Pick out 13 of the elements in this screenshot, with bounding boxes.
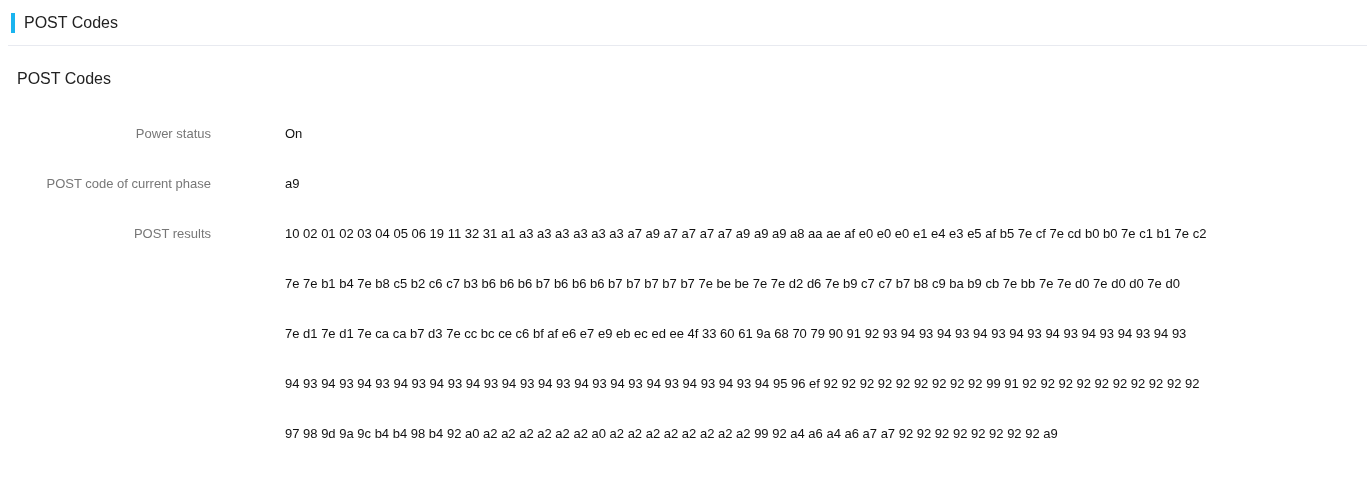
post-results-line: 10 02 01 02 03 04 05 06 19 11 32 31 a1 a3 a3 a3 a3 a3 a3 a7 a9 a7 a7 a7 a7 a9 a9 a9 a8 aa ae af e0 e0 e0 e1 e4 e3 e5 af b5 7e cf 7e cd b0 b0 7e c1 b1 7e c2 <box>285 225 1207 243</box>
field-value: a9 <box>285 175 300 193</box>
post-results-line: 7e 7e b1 b4 7e b8 c5 b2 c6 c7 b3 b6 b6 b6 b7 b6 b6 b6 b7 b7 b7 b7 b7 7e be be 7e 7e d2 d6 7e b9 c7 c7 b7 b8 c9 ba b9 cb 7e bb 7e 7e d0 7e d0 d0 7e d0 <box>285 275 1180 293</box>
post-results-line: 97 98 9d 9a 9c b4 b4 98 b4 92 a0 a2 a2 a2 a2 a2 a2 a0 a2 a2 a2 a2 a2 a2 a2 a2 99 92 a4 a6 a4 a6 a7 a7 92 92 92 92 92 92 92 92 a9 <box>285 425 1058 443</box>
section-title: POST Codes <box>16 69 112 89</box>
post-results-line: 94 93 94 93 94 93 94 93 94 93 94 93 94 93 94 93 94 93 94 93 94 93 94 93 94 93 94 95 96 ef 92 92 92 92 92 92 92 92 92 99 91 92 92 92 92 92 92 92 92 92 92 <box>285 375 1200 393</box>
field-label: POST code of current phase <box>45 175 211 193</box>
page-title: POST Codes <box>24 13 118 32</box>
field-label: POST results <box>132 225 211 243</box>
accent-bar <box>11 12 15 33</box>
field-value: On <box>285 125 303 143</box>
field-label: Power status <box>134 125 211 143</box>
post-results-line: 7e d1 7e d1 7e ca ca b7 d3 7e cc bc ce c6 bf af e6 e7 e9 eb ec ed ee 4f 33 60 61 9a 68 70 79 90 91 92 93 94 93 94 93 94 93 94 93 94 93 94 93 94 93 94 93 <box>285 325 1187 343</box>
